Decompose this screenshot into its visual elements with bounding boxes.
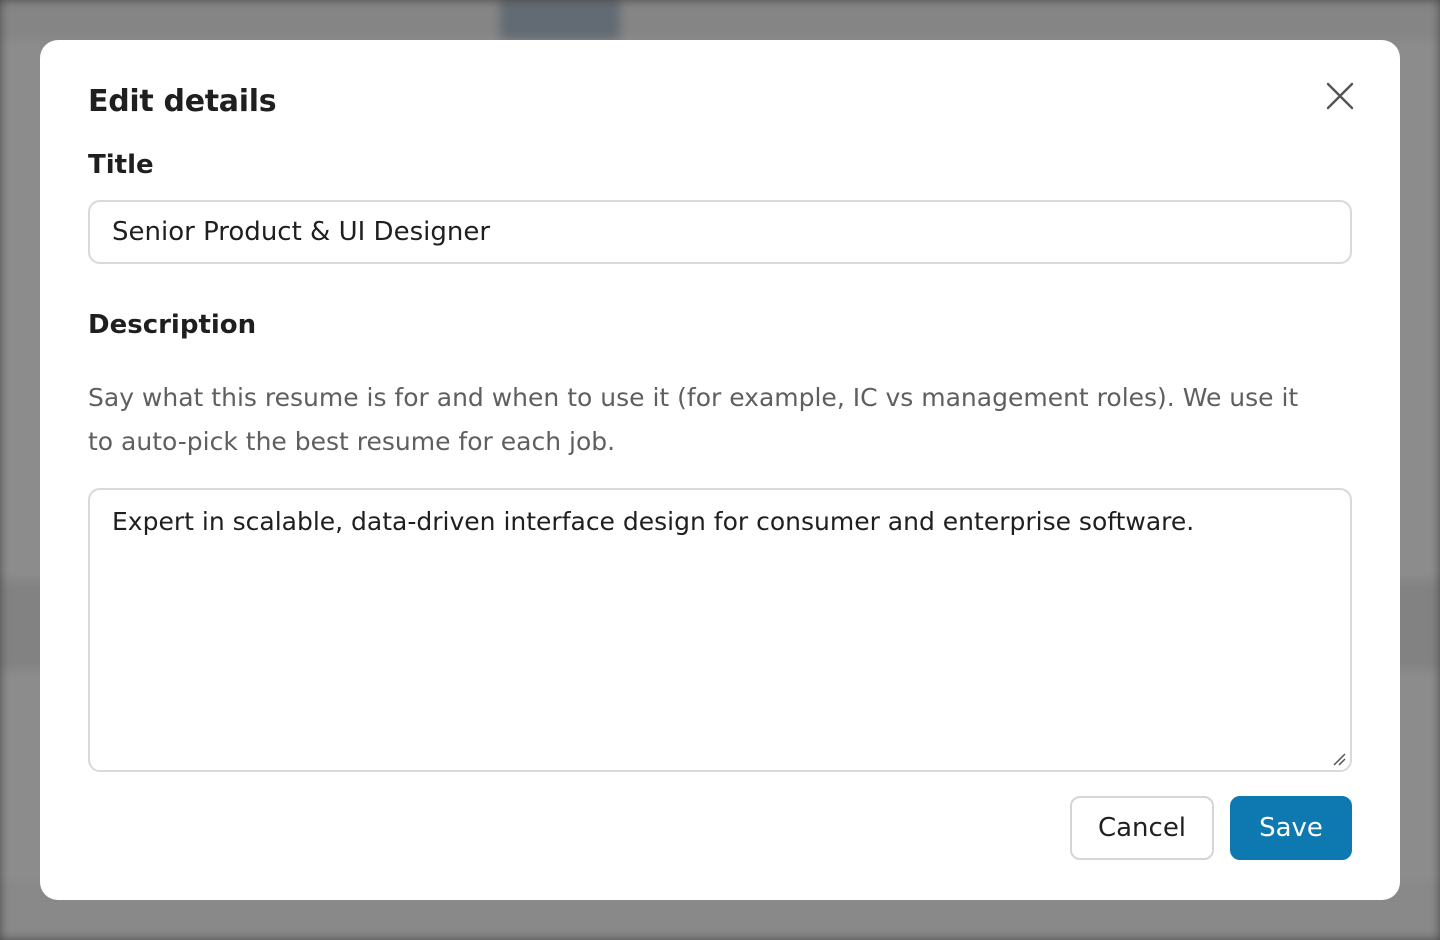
edit-details-dialog: Edit details Title Description Say what … xyxy=(40,40,1400,900)
resize-handle-icon[interactable] xyxy=(1330,750,1346,766)
description-helper-text: Say what this resume is for and when to … xyxy=(88,383,1299,456)
close-icon xyxy=(1326,82,1354,110)
dialog-title: Edit details xyxy=(88,84,277,119)
title-input[interactable] xyxy=(88,200,1352,264)
save-button[interactable]: Save xyxy=(1230,796,1352,860)
cancel-button[interactable]: Cancel xyxy=(1070,796,1214,860)
description-textarea[interactable]: Expert in scalable, data-driven interfac… xyxy=(88,488,1352,772)
close-button[interactable] xyxy=(1320,76,1360,116)
description-field-label: Description xyxy=(88,310,257,340)
description-textarea-wrapper: Expert in scalable, data-driven interfac… xyxy=(88,488,1352,772)
title-field-label: Title xyxy=(88,150,154,180)
